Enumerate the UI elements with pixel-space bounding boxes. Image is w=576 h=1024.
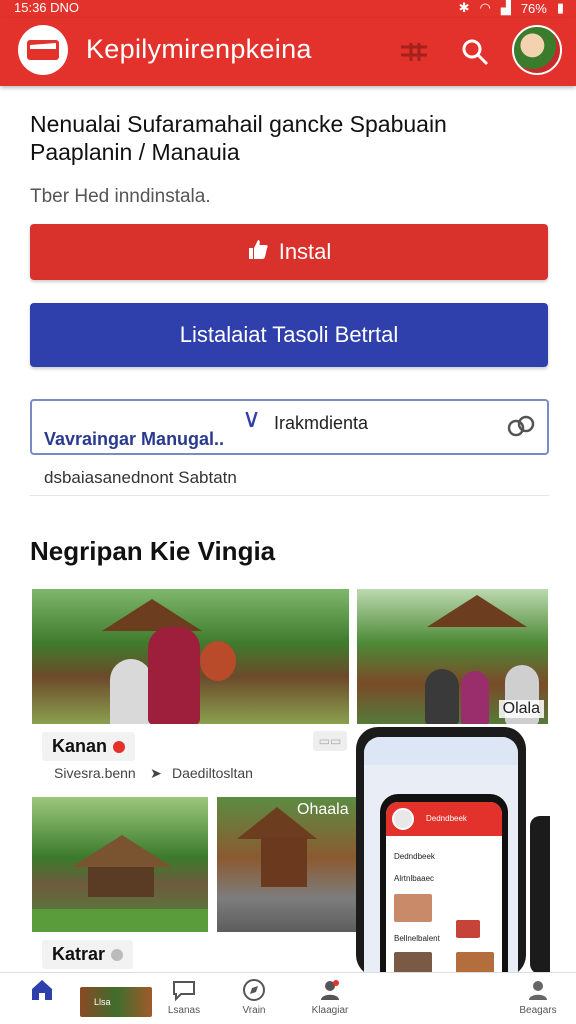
phone-mockup-edge bbox=[530, 816, 550, 974]
card-title[interactable]: Kanan bbox=[42, 732, 136, 761]
wifi-icon: ◠ bbox=[479, 0, 491, 15]
app-title: Kepilymirenpkeina bbox=[86, 34, 312, 64]
send-icon: ➤ bbox=[150, 765, 162, 781]
avatar[interactable] bbox=[512, 25, 562, 75]
page-subtitle: Tber Hed inndinstala. bbox=[30, 186, 211, 207]
card-image[interactable] bbox=[32, 797, 208, 932]
nav-explore[interactable]: Vrain bbox=[224, 977, 284, 1016]
card-overlay-label: Ohaala bbox=[297, 801, 349, 818]
mini-avatar bbox=[392, 808, 414, 830]
card-image[interactable] bbox=[32, 589, 349, 724]
card-tag: ▭▭ bbox=[313, 731, 347, 751]
signal-icon: ▟ bbox=[500, 0, 511, 15]
link-icon[interactable] bbox=[505, 413, 537, 441]
page-title: Nenualai Sufaramahail gancke Spabuain Pa… bbox=[30, 111, 447, 165]
card-image[interactable]: Ohaala bbox=[217, 797, 357, 932]
search-input[interactable]: ∨ Irakmdienta Vavraingar Manugal.. bbox=[30, 399, 549, 455]
battery-level: 76% bbox=[520, 0, 547, 16]
search-icon[interactable] bbox=[459, 36, 491, 68]
app-logo-icon[interactable] bbox=[18, 25, 68, 75]
install-button-label: Instal bbox=[278, 239, 332, 264]
live-dot-icon bbox=[113, 741, 126, 754]
status-dot-icon bbox=[111, 949, 124, 962]
phone-row: Bellnelbalent bbox=[394, 934, 440, 943]
search-value: Irakmdienta bbox=[274, 413, 369, 433]
card-overlay-label: Olala bbox=[498, 700, 544, 718]
thumbs-up-icon bbox=[247, 238, 269, 266]
card-title[interactable]: Katrar bbox=[42, 940, 134, 969]
secondary-button[interactable]: Listalaiat Tasoli Betrtal bbox=[30, 303, 548, 367]
card-subtitle-secondary: Daediltosltan bbox=[172, 765, 253, 781]
add-person-icon bbox=[321, 980, 339, 1000]
chat-icon bbox=[173, 981, 195, 1002]
phone-row: Dedndbeek bbox=[394, 852, 435, 861]
section-title: Negripan Kie Vingia bbox=[30, 536, 276, 566]
compass-icon bbox=[243, 979, 265, 1001]
checkmark-icon: ∨ bbox=[242, 403, 262, 433]
nav-home[interactable] bbox=[12, 977, 72, 1005]
card-image[interactable]: Olala bbox=[357, 589, 548, 724]
filter-row[interactable]: dsbaiasanednont Sabtatn bbox=[30, 460, 549, 496]
phone-title: Dedndbeek bbox=[426, 814, 467, 823]
nav-add-person[interactable]: Klaagiar bbox=[300, 977, 360, 1016]
home-icon bbox=[32, 980, 52, 1000]
filter-icon[interactable] bbox=[398, 36, 430, 68]
search-placeholder: Vavraingar Manugal.. bbox=[44, 429, 225, 449]
install-button[interactable]: Instal bbox=[30, 224, 548, 280]
nav-thumbnail[interactable]: Llsa bbox=[80, 987, 152, 1017]
nav-profile[interactable]: Beagars bbox=[508, 977, 568, 1016]
app-bar: Kepilymirenpkeina bbox=[0, 18, 576, 86]
alarm-icon: ✱ bbox=[458, 0, 470, 15]
phone-row: Alrtnlbaaec bbox=[394, 874, 435, 883]
status-time: 15:36 DNO bbox=[14, 0, 80, 15]
card-subtitle: Sivesra.benn bbox=[54, 765, 136, 781]
nav-chat[interactable]: Lsanas bbox=[154, 977, 214, 1016]
status-bar: 15:36 DNO ✱ ◠ ▟ 76% ▮ bbox=[0, 0, 576, 18]
battery-icon: ▮ bbox=[556, 0, 564, 15]
bottom-nav: Llsa Lsanas Vrain Klaagiar Beagars bbox=[0, 972, 576, 1024]
person-icon bbox=[529, 981, 547, 1000]
